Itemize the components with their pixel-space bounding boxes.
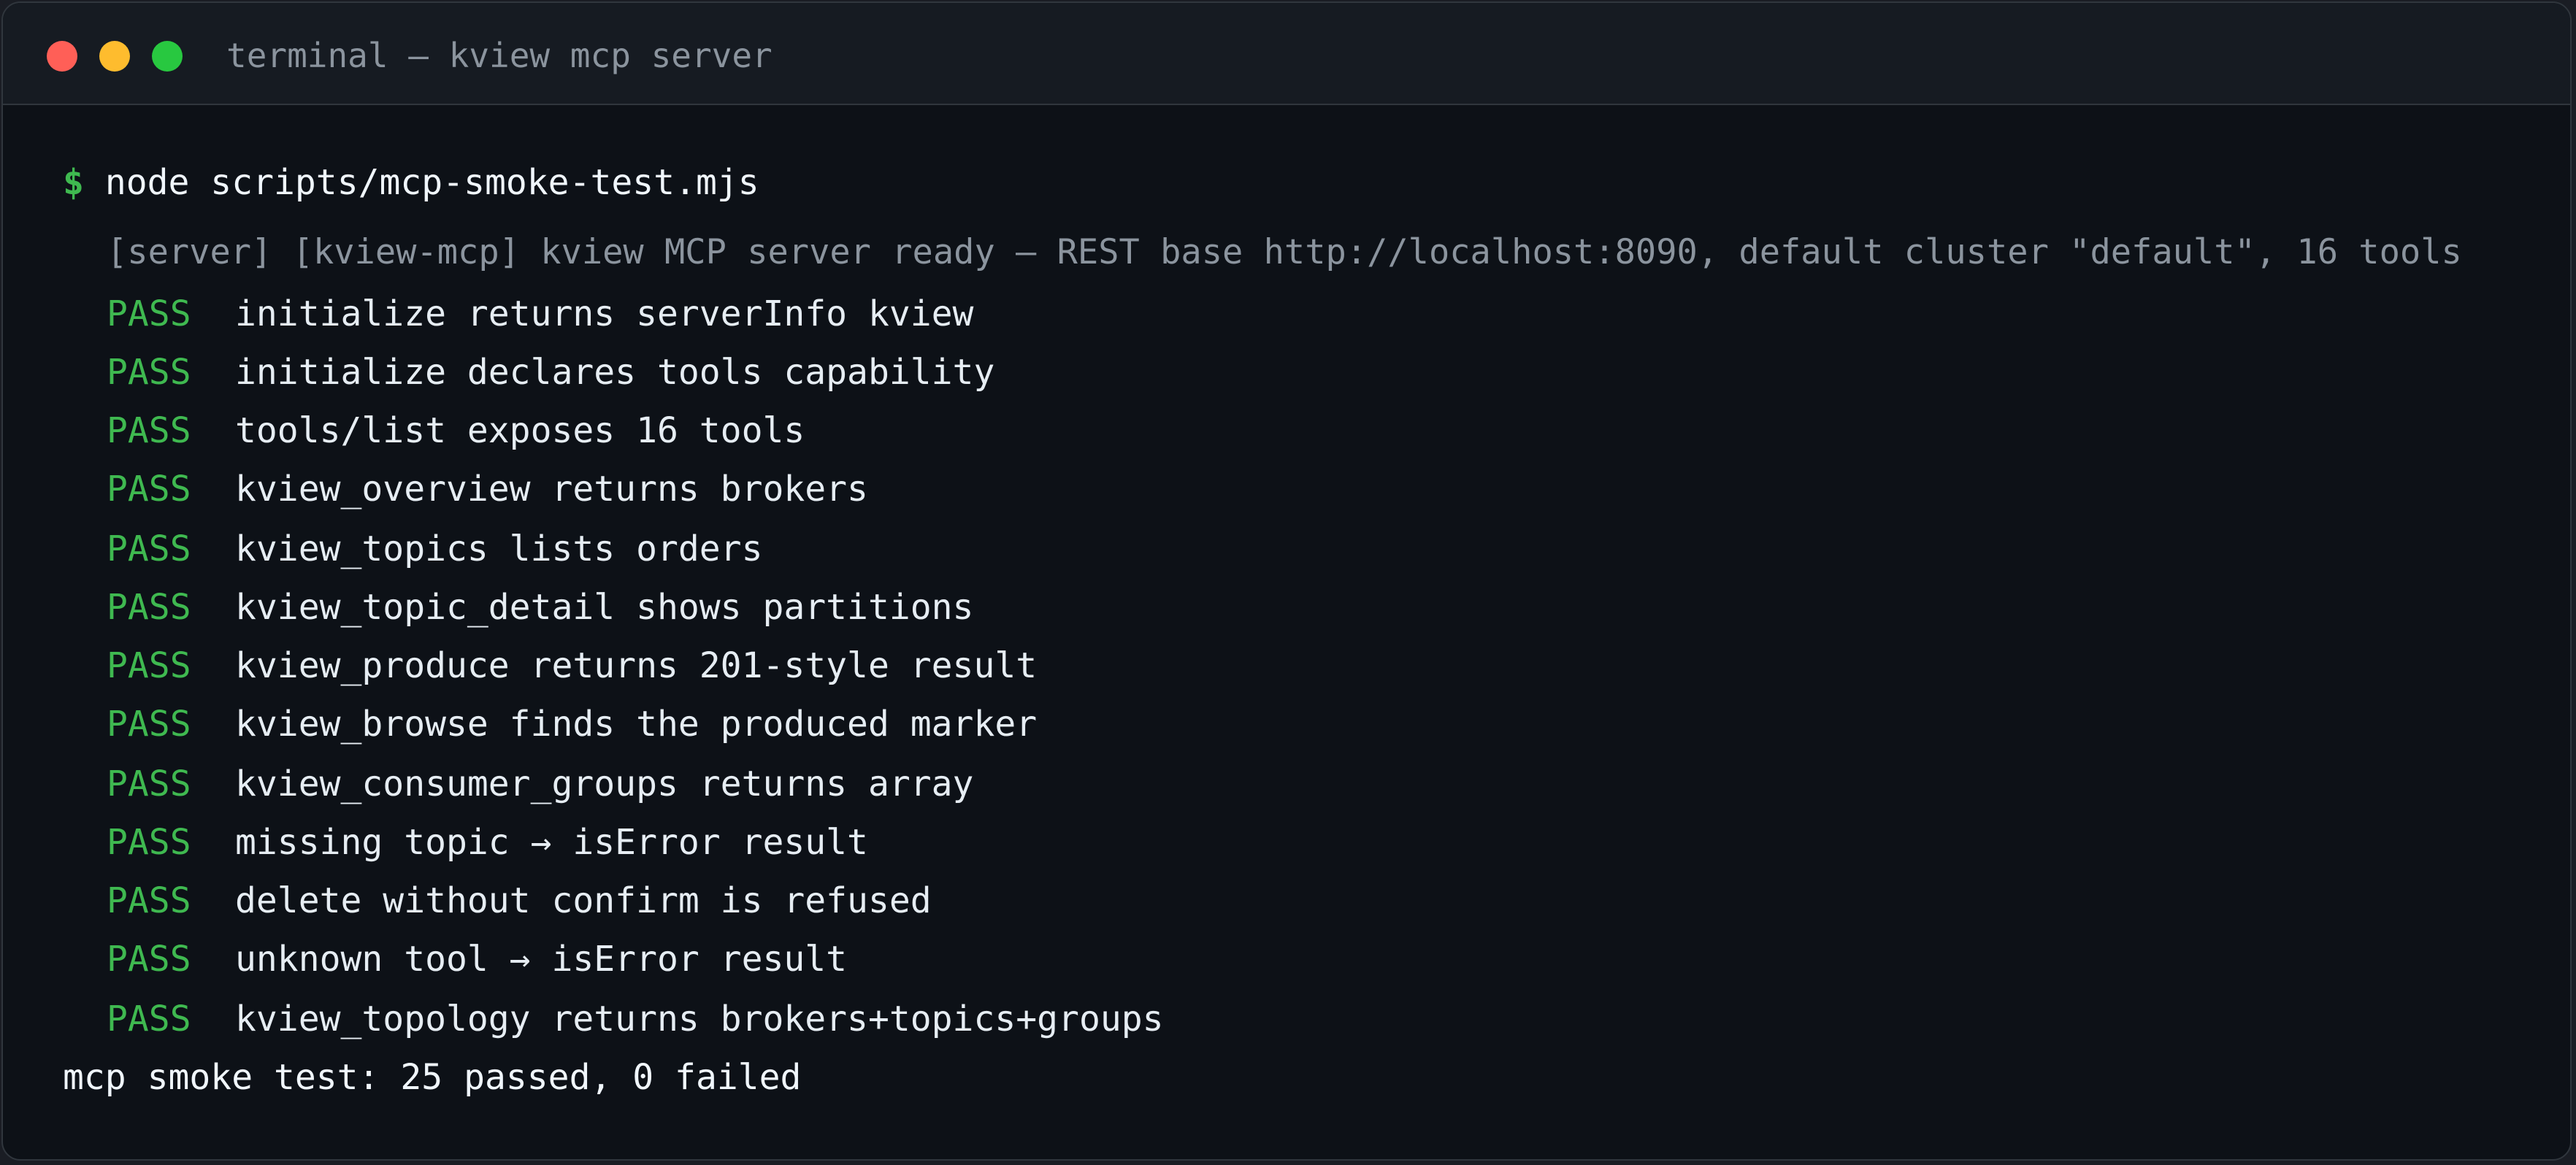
pass-label: PASS — [107, 410, 191, 451]
result-line: PASS initialize returns serverInfo kview — [107, 291, 973, 337]
result-text: kview_consumer_groups returns array — [235, 764, 974, 804]
summary-line: mcp smoke test: 25 passed, 0 failed — [63, 1057, 802, 1098]
pass-label: PASS — [107, 469, 191, 510]
pass-label: PASS — [107, 645, 191, 686]
result-line: PASS kview_browse finds the produced mark… — [107, 701, 1037, 747]
pass-label: PASS — [107, 528, 191, 569]
result-text: unknown tool → isError result — [235, 939, 848, 980]
result-text: kview_overview returns brokers — [235, 469, 868, 510]
result-line: PASS delete without confirm is refused — [107, 877, 932, 924]
result-text: missing topic → isError result — [235, 822, 868, 863]
result-text: initialize declares tools capability — [235, 352, 995, 393]
title-bar: terminal — kview mcp server — [3, 3, 2570, 105]
result-line: PASS kview_produce returns 201-style resu… — [107, 642, 1037, 689]
result-line: PASS kview_overview returns brokers — [107, 466, 868, 512]
pass-label: PASS — [107, 880, 191, 921]
result-line: PASS kview_topics lists orders — [107, 526, 762, 572]
result-text: delete without confirm is refused — [235, 880, 932, 921]
server-log-line: [server] [kview-mcp] kview MCP server re… — [107, 232, 2462, 272]
pass-label: PASS — [107, 704, 191, 745]
terminal-output[interactable]: $ node scripts/mcp-smoke-test.mjs [serve… — [3, 105, 2570, 1159]
result-text: kview_topology returns brokers+topics+gr… — [235, 999, 1164, 1039]
result-text: kview_topic_detail shows partitions — [235, 587, 974, 628]
result-line: PASS kview_topology returns brokers+topic… — [107, 996, 1164, 1042]
result-line: PASS missing topic → isError result — [107, 819, 868, 866]
pass-label: PASS — [107, 764, 191, 804]
pass-label: PASS — [107, 939, 191, 980]
pass-label: PASS — [107, 999, 191, 1039]
pass-label: PASS — [107, 822, 191, 863]
result-line: PASS initialize declares tools capability — [107, 349, 994, 396]
result-line: PASS unknown tool → isError result — [107, 936, 847, 983]
command-text: node scripts/mcp-smoke-test.mjs — [104, 162, 759, 203]
result-text: kview_produce returns 201-style result — [235, 645, 1038, 686]
prompt-symbol: $ — [63, 162, 84, 203]
result-text: kview_topics lists orders — [235, 528, 763, 569]
close-button[interactable] — [47, 41, 77, 72]
result-line: PASS kview_consumer_groups returns array — [107, 761, 973, 807]
pass-label: PASS — [107, 587, 191, 628]
result-text: tools/list exposes 16 tools — [235, 410, 805, 451]
terminal-window: terminal — kview mcp server $ node scrip… — [1, 1, 2572, 1161]
maximize-button[interactable] — [152, 41, 183, 72]
result-line: PASS tools/list exposes 16 tools — [107, 407, 805, 454]
result-text: initialize returns serverInfo kview — [235, 293, 974, 334]
pass-label: PASS — [107, 293, 191, 334]
pass-label: PASS — [107, 352, 191, 393]
window-title: terminal — kview mcp server — [226, 36, 773, 75]
result-line: PASS kview_topic_detail shows partitions — [107, 584, 973, 631]
minimize-button[interactable] — [99, 41, 130, 72]
result-text: kview_browse finds the produced marker — [235, 704, 1038, 745]
command-line: $ node scripts/mcp-smoke-test.mjs — [63, 159, 759, 206]
